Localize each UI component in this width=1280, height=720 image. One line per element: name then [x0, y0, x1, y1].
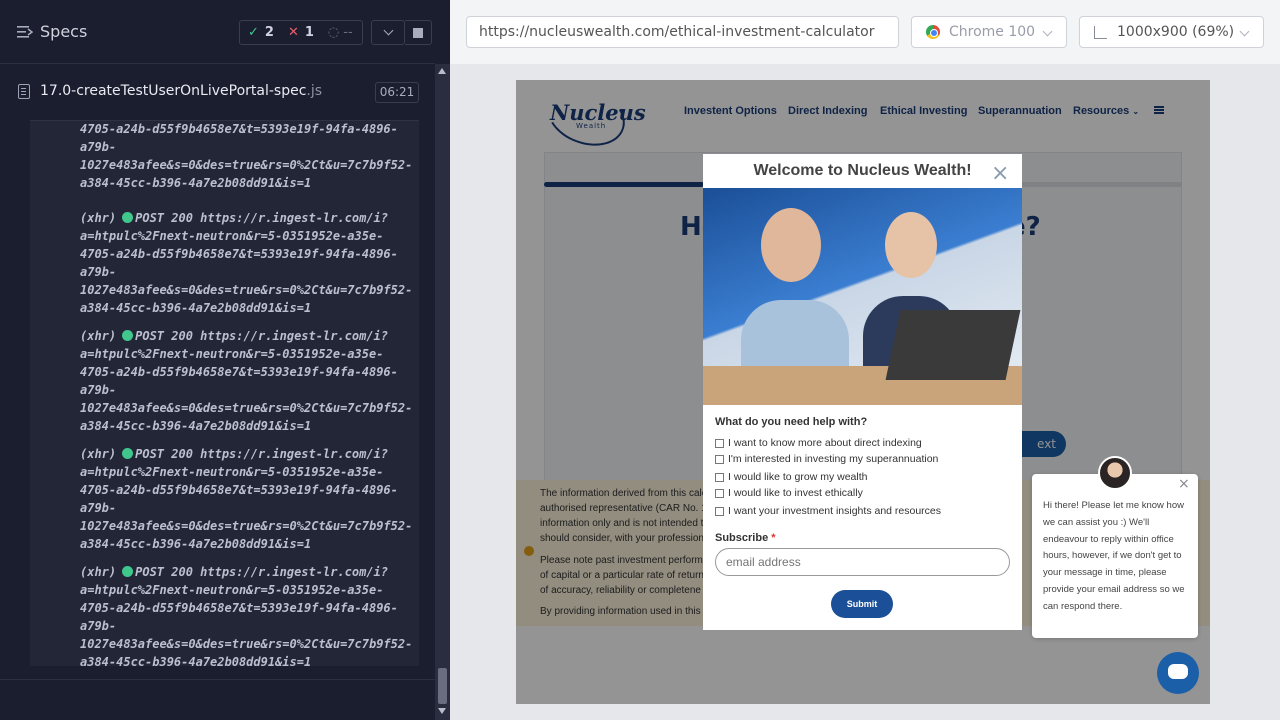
chevron-down-icon [383, 25, 394, 36]
spec-duration: 06:21 [375, 82, 419, 103]
stop-button[interactable] [405, 20, 432, 45]
chat-bubble: × Hi there! Please let me know how we ca… [1032, 474, 1198, 638]
log-entry[interactable]: (xhr) POST 200 https://r.ingest-lr.com/i?… [80, 563, 415, 666]
passed-count: ✓ 2 [248, 25, 274, 40]
viewport-selector[interactable]: 1000x900 (69%) [1079, 16, 1264, 48]
url-bar[interactable]: https://nucleuswealth.com/ethical-invest… [466, 16, 899, 48]
option-grow-wealth[interactable]: I would like to grow my wealth [715, 471, 867, 483]
x-icon: ✕ [287, 25, 299, 40]
checkbox[interactable] [715, 438, 724, 448]
chevron-down-icon [1239, 26, 1250, 37]
option-insights[interactable]: I want your investment insights and reso… [715, 505, 941, 517]
ruler-icon [1094, 26, 1107, 39]
checkbox[interactable] [715, 472, 724, 482]
command-log: 4705-a24b-d55f9b4658e7&t=5393e19f-94fa-4… [30, 120, 419, 666]
email-field[interactable] [715, 548, 1010, 576]
specs-title[interactable]: Specs [40, 22, 87, 41]
status-dot-icon [122, 448, 134, 459]
option-direct-indexing[interactable]: I want to know more about direct indexin… [715, 437, 922, 449]
modal-title: Welcome to Nucleus Wealth! [753, 162, 972, 179]
chat-launcher-button[interactable] [1157, 652, 1199, 694]
status-dot-icon [122, 330, 134, 341]
spec-file-name: 17.0-createTestUserOnLivePortal-spec.js [40, 83, 323, 99]
log-entry[interactable]: (xhr) POST 200 https://r.ingest-lr.com/i?… [80, 445, 415, 553]
scroll-up-icon[interactable] [438, 68, 446, 74]
log-entry[interactable]: (xhr) POST 200 https://r.ingest-lr.com/i?… [80, 209, 415, 317]
log-entry[interactable]: (xhr) POST 200 https://r.ingest-lr.com/i?… [80, 327, 415, 435]
status-dot-icon [122, 566, 134, 577]
submit-button[interactable]: Submit [831, 590, 893, 618]
checkbox[interactable] [715, 454, 724, 464]
option-superannuation[interactable]: I'm interested in investing my superannu… [715, 453, 938, 465]
welcome-modal: Welcome to Nucleus Wealth! × What do you… [703, 154, 1022, 630]
checkbox[interactable] [715, 488, 724, 498]
laptop [885, 310, 1021, 380]
scrollbar-thumb[interactable] [438, 668, 447, 704]
check-icon: ✓ [248, 25, 259, 40]
subscribe-label: Subscribe * [715, 532, 776, 544]
log-fragment: 4705-a24b-d55f9b4658e7&t=5393e19f-94fa-4… [80, 122, 413, 190]
chrome-icon [926, 25, 940, 39]
website-frame: Nucleus Wealth Investent Options Direct … [516, 80, 1210, 704]
spec-row[interactable]: 17.0-createTestUserOnLivePortal-spec.js … [0, 64, 435, 120]
close-icon[interactable]: × [991, 163, 1009, 185]
pending-count: ◌ -- [327, 25, 353, 40]
team-photo [703, 188, 1022, 405]
file-icon [18, 84, 30, 99]
option-invest-ethically[interactable]: I would like to invest ethically [715, 487, 863, 499]
chat-message: Hi there! Please let me know how we can … [1043, 500, 1185, 612]
question-label: What do you need help with? [715, 416, 868, 428]
stop-icon [413, 28, 423, 38]
collapse-button[interactable] [371, 20, 405, 45]
divider [0, 679, 435, 680]
browser-selector[interactable]: Chrome 100 [911, 16, 1067, 48]
chat-icon [1168, 664, 1188, 679]
app-under-test: https://nucleuswealth.com/ethical-invest… [450, 0, 1280, 720]
cypress-reporter: Specs ✓ 2 ✕ 1 ◌ -- 17.0-createTestUserOnLiv… [0, 0, 450, 720]
specs-list-icon[interactable] [17, 25, 33, 39]
spinner-icon: ◌ [327, 25, 340, 40]
scroll-down-icon[interactable] [438, 708, 446, 714]
aut-toolbar: https://nucleuswealth.com/ethical-invest… [450, 0, 1280, 64]
close-icon[interactable]: × [1178, 476, 1190, 492]
status-dot-icon [122, 212, 134, 223]
chevron-down-icon [1042, 26, 1053, 37]
agent-avatar [1098, 456, 1132, 490]
failed-count: ✕ 1 [287, 25, 314, 40]
test-stats: ✓ 2 ✕ 1 ◌ -- [239, 20, 363, 45]
scrollbar[interactable] [435, 64, 450, 720]
reporter-header: Specs ✓ 2 ✕ 1 ◌ -- [0, 0, 435, 64]
checkbox[interactable] [715, 506, 724, 516]
